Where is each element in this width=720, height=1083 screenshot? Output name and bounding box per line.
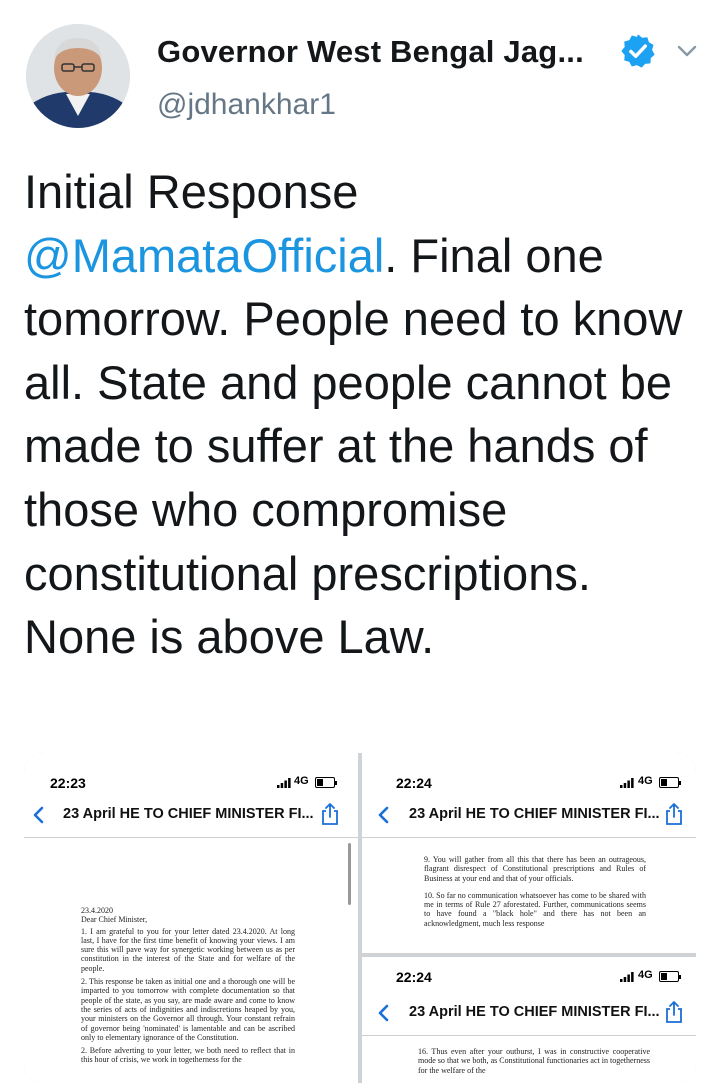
back-chevron-icon[interactable]	[377, 1003, 391, 1023]
tweet-text: Initial Response @MamataOfficial. Final o…	[24, 160, 714, 669]
avatar-image	[26, 24, 130, 128]
doc-navbar: 23 April HE TO CHIEF MINISTER FI...	[24, 793, 358, 838]
doc-navbar: 23 April HE TO CHIEF MINISTER FI...	[362, 991, 696, 1036]
doc-title: 23 April HE TO CHIEF MINISTER FI...	[63, 806, 314, 822]
media-grid[interactable]: 22:23 4G 23 April HE TO CHIEF MINISTER F…	[24, 753, 696, 1083]
media-image-left[interactable]: 22:23 4G 23 April HE TO CHIEF MINISTER F…	[24, 753, 358, 1083]
user-handle[interactable]: @jdhankhar1	[157, 88, 336, 122]
battery-icon	[659, 777, 681, 788]
doc-paragraph: 16. Thus even after your outburst, I was…	[418, 1047, 650, 1075]
scrollbar[interactable]	[348, 843, 351, 905]
doc-paragraph: Dear Chief Minister,	[81, 915, 148, 925]
doc-navbar: 23 April HE TO CHIEF MINISTER FI...	[362, 793, 696, 838]
display-name[interactable]: Governor West Bengal Jag...	[157, 34, 584, 70]
battery-icon	[315, 777, 337, 788]
verified-badge-icon	[621, 34, 655, 68]
tweet-text-body: . Final one tomorrow. People need to kno…	[24, 228, 683, 664]
chevron-down-icon[interactable]	[676, 40, 698, 62]
doc-title: 23 April HE TO CHIEF MINISTER FI...	[409, 1004, 660, 1020]
doc-title: 23 April HE TO CHIEF MINISTER FI...	[409, 806, 660, 822]
document-page: 9. You will gather from all this that th…	[424, 855, 646, 947]
network-type: 4G	[638, 969, 653, 981]
tweet-header: Governor West Bengal Jag... @jdhankhar1	[0, 0, 720, 140]
avatar[interactable]	[26, 24, 130, 128]
status-time: 22:24	[396, 775, 432, 791]
doc-paragraph: 2. Before adverting to your letter, we b…	[81, 1046, 295, 1065]
status-bar: 22:24 4G	[362, 753, 696, 793]
document-page: 23.4.2020 Dear Chief Minister, 1. I am g…	[81, 906, 295, 1069]
status-bar: 22:23 4G	[24, 753, 358, 793]
back-chevron-icon[interactable]	[377, 805, 391, 825]
status-time: 22:24	[396, 969, 432, 985]
share-icon[interactable]	[664, 1000, 684, 1024]
doc-paragraph: 9. You will gather from all this that th…	[424, 855, 646, 883]
network-type: 4G	[638, 775, 653, 787]
share-icon[interactable]	[664, 802, 684, 826]
media-image-bottom-right[interactable]: 22:24 4G 23 April HE TO CHIEF MINISTER F…	[362, 957, 696, 1083]
signal-icon	[620, 972, 634, 982]
share-icon[interactable]	[320, 802, 340, 826]
doc-paragraph: 2. This response be taken as initial one…	[81, 977, 295, 1042]
signal-icon	[277, 778, 291, 788]
status-time: 22:23	[50, 775, 86, 791]
tweet-text-start: Initial Response	[24, 165, 359, 218]
doc-paragraph: 1. I am grateful to you for your letter …	[81, 926, 295, 973]
document-page: 16. Thus even after your outburst, I was…	[418, 1047, 650, 1083]
media-image-top-right[interactable]: 22:24 4G 23 April HE TO CHIEF MINISTER F…	[362, 753, 696, 953]
mention-link[interactable]: @MamataOfficial	[24, 229, 384, 282]
battery-icon	[659, 971, 681, 982]
network-type: 4G	[294, 775, 309, 787]
doc-paragraph: 10. So far no communication whatsoever h…	[424, 890, 646, 928]
signal-icon	[620, 778, 634, 788]
back-chevron-icon[interactable]	[32, 805, 46, 825]
doc-paragraph: 23.4.2020	[81, 906, 113, 915]
